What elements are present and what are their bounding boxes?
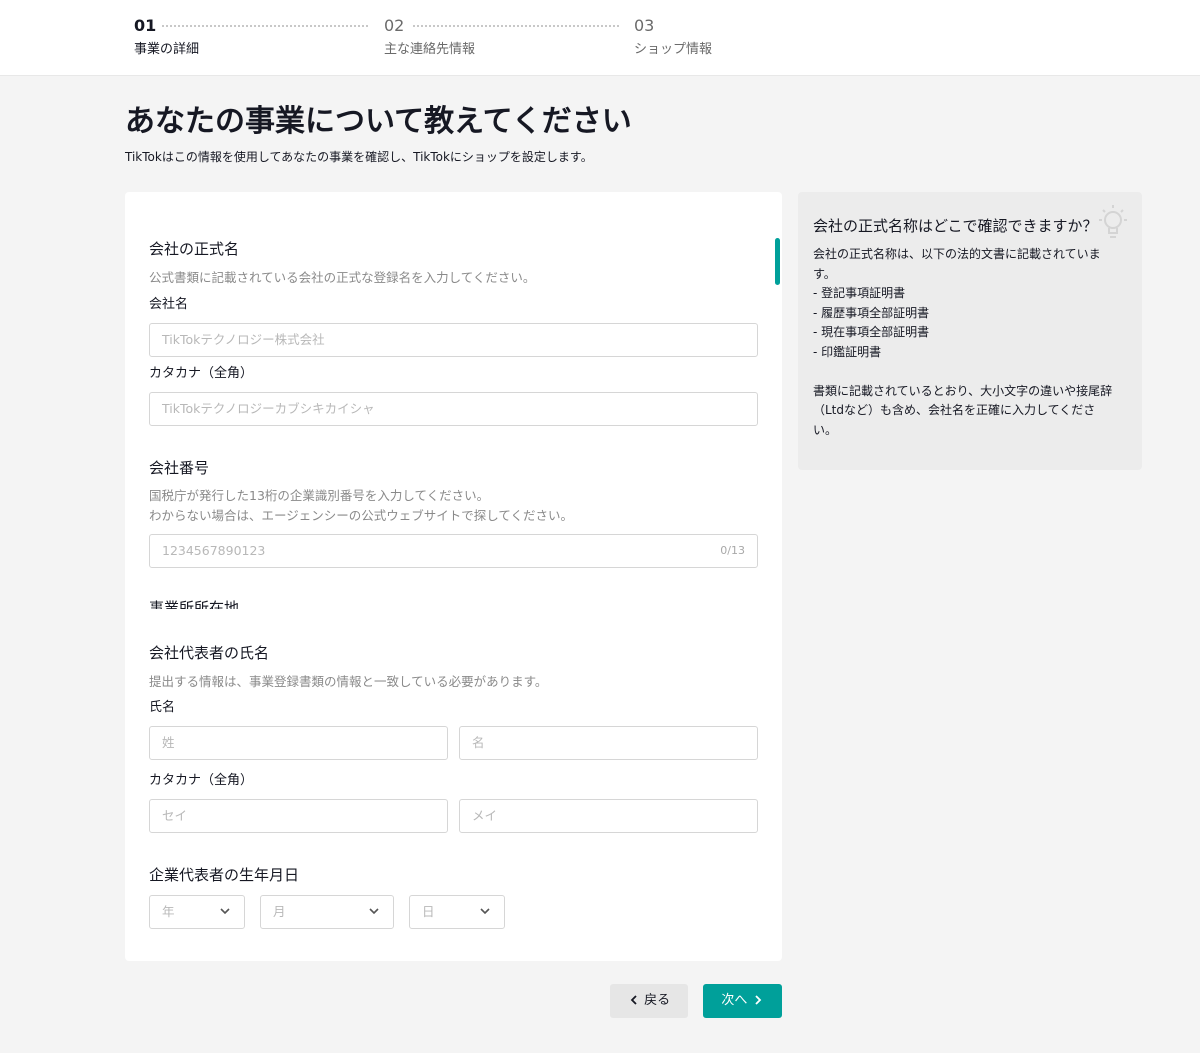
company-number-hint-1: 国税庁が発行した13桁の企業識別番号を入力してください。	[149, 488, 490, 503]
representative-section-title: 会社代表者の氏名	[149, 644, 270, 662]
help-line: 書類に記載されているとおり、大小文字の違いや接尾辞	[813, 383, 1113, 398]
last-name-input[interactable]: 姓	[149, 726, 448, 760]
progress-stepper: 01 事業の詳細 02 主な連絡先情報 03 ショップ情報	[0, 0, 1200, 76]
representative-kana-label: カタカナ（全角）	[149, 773, 254, 788]
chevron-left-icon	[630, 994, 637, 1005]
birth-month-placeholder: 月	[273, 904, 286, 919]
step-2: 02 主な連絡先情報	[384, 16, 475, 59]
birth-month-select[interactable]: 月	[260, 895, 394, 929]
step-connector-1	[162, 25, 368, 27]
help-line: - 登記事項証明書	[813, 286, 906, 300]
chevron-down-icon	[220, 908, 230, 915]
chevron-down-icon	[480, 908, 490, 915]
help-line: す。	[813, 266, 836, 281]
company-name-section-title: 会社の正式名	[149, 240, 240, 258]
birth-year-placeholder: 年	[162, 904, 175, 919]
step-3: 03 ショップ情報	[634, 16, 712, 59]
company-kana-input[interactable]: TikTokテクノロジーカブシキカイシャ	[149, 392, 758, 426]
business-details-form: 会社の正式名 公式書類に記載されている会社の正式な登録名を入力してください。 会…	[125, 192, 782, 961]
representative-name-label: 氏名	[149, 700, 176, 715]
step-connector-2	[413, 25, 619, 27]
help-panel: 会社の正式名称はどこで確認できますか？ 会社の正式名称は、以下の法的文書に記載さ…	[798, 192, 1142, 470]
help-line: - 印鑑証明書	[813, 344, 882, 359]
help-body: 会社の正式名称は、以下の法的文書に記載されていま す。 - 登記事項証明書 - …	[813, 245, 1123, 440]
back-button[interactable]: 戻る	[610, 984, 688, 1018]
step-3-number: 03	[634, 16, 655, 35]
company-number-char-counter: 0/13	[720, 544, 745, 557]
birth-day-placeholder: 日	[422, 904, 435, 919]
help-line: い。	[813, 422, 838, 437]
first-name-input[interactable]: 名	[459, 726, 758, 760]
representative-hint: 提出する情報は、事業登録書類の情報と一致している必要があります。	[149, 674, 548, 689]
next-button[interactable]: 次へ	[703, 984, 782, 1018]
company-number-placeholder: 1234567890123	[162, 543, 266, 558]
birth-year-select[interactable]: 年	[149, 895, 245, 929]
page-subtitle: TikTokはこの情報を使用してあなたの事業を確認し、TikTokにショップを設…	[125, 150, 593, 164]
company-name-input[interactable]: TikTokテクノロジー株式会社	[149, 323, 758, 357]
company-number-section-title: 会社番号	[149, 459, 210, 477]
step-3-label: ショップ情報	[634, 42, 713, 57]
step-1: 01 事業の詳細	[134, 16, 199, 59]
page-title: あなたの事業について教えてください	[125, 104, 632, 139]
company-number-hint-2: わからない場合は、エージェンシーの公式ウェブサイトで探してください。	[149, 508, 574, 523]
help-line: 会社の正式名称は、以下の法的文書に記載されていま	[813, 247, 1101, 261]
help-line	[813, 362, 1123, 382]
company-name-label: 会社名	[149, 297, 189, 312]
company-kana-label: カタカナ（全角）	[149, 366, 254, 381]
birth-day-select[interactable]: 日	[409, 895, 505, 929]
step-2-label: 主な連絡先情報	[384, 42, 476, 57]
company-number-input[interactable]: 1234567890123 0/13	[149, 534, 758, 568]
lightbulb-icon	[1099, 205, 1127, 238]
back-button-label: 戻る	[644, 993, 671, 1008]
company-name-hint: 公式書類に記載されている会社の正式な登録名を入力してください。	[149, 270, 536, 285]
help-line: - 現在事項全部証明書	[813, 325, 930, 339]
help-title: 会社の正式名称はどこで確認できますか？	[813, 217, 1098, 235]
birthdate-section-title: 企業代表者の生年月日	[149, 866, 300, 884]
section-scroll-indicator[interactable]	[775, 238, 780, 285]
chevron-down-icon	[369, 908, 379, 915]
next-button-label: 次へ	[721, 993, 748, 1008]
last-name-kana-input[interactable]: セイ	[149, 799, 448, 833]
help-line: - 履歴事項全部証明書	[813, 305, 930, 320]
first-name-kana-input[interactable]: メイ	[459, 799, 758, 833]
business-address-section-title: 事業所所在地	[149, 599, 240, 609]
chevron-right-icon	[754, 994, 761, 1005]
help-line: （Ltdなど）も含め、会社名を正確に入力してくださ	[813, 403, 1096, 417]
step-1-label: 事業の詳細	[134, 42, 200, 57]
